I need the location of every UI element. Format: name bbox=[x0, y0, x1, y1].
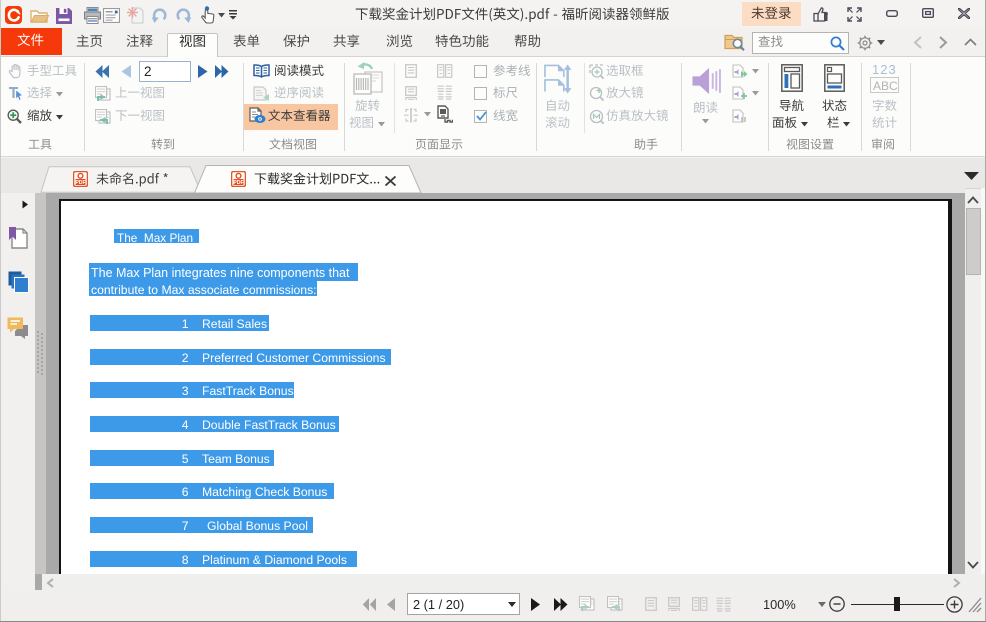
svg-text:PDF: PDF bbox=[75, 180, 85, 186]
svg-text:PDF: PDF bbox=[233, 180, 243, 186]
